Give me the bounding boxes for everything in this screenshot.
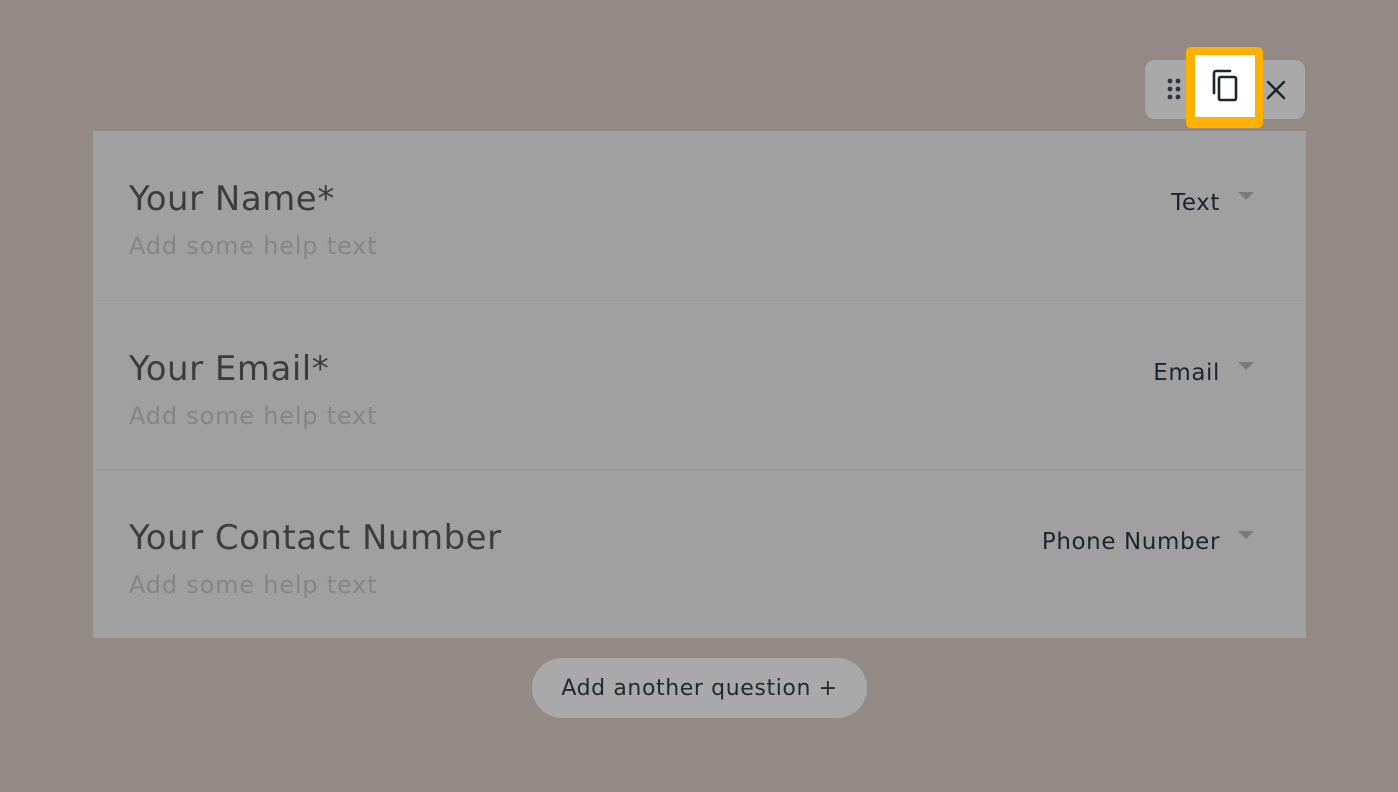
dropdown-arrow-icon xyxy=(1238,192,1254,200)
question-help-text[interactable]: Add some help text xyxy=(129,402,377,430)
dropdown-arrow-icon xyxy=(1238,531,1254,539)
question-type-label: Phone Number xyxy=(1041,529,1220,555)
close-icon xyxy=(1266,80,1286,100)
close-button[interactable] xyxy=(1262,76,1290,104)
question-row[interactable]: Your Contact Number Add some help text P… xyxy=(93,469,1306,639)
question-type-label: Email xyxy=(1153,360,1220,386)
question-type-select[interactable]: Text xyxy=(1171,190,1254,216)
question-help-text[interactable]: Add some help text xyxy=(129,571,377,599)
question-title[interactable]: Your Contact Number xyxy=(129,518,502,558)
question-type-select[interactable]: Email xyxy=(1153,360,1254,386)
question-title[interactable]: Your Email* xyxy=(129,349,329,389)
question-card: Your Name* Add some help text Text Your … xyxy=(93,131,1306,638)
question-row[interactable]: Your Name* Add some help text Text xyxy=(93,131,1306,300)
add-question-button[interactable]: Add another question + xyxy=(532,658,867,718)
question-type-select[interactable]: Phone Number xyxy=(1042,529,1254,555)
question-type-label: Text xyxy=(1171,190,1220,216)
question-help-text[interactable]: Add some help text xyxy=(129,232,377,260)
drag-handle-icon[interactable] xyxy=(1164,76,1184,102)
copy-icon xyxy=(1212,69,1238,102)
dropdown-arrow-icon xyxy=(1238,362,1254,370)
copy-button[interactable] xyxy=(1195,55,1255,117)
question-row[interactable]: Your Email* Add some help text Email xyxy=(93,300,1306,470)
question-title[interactable]: Your Name* xyxy=(129,179,335,219)
